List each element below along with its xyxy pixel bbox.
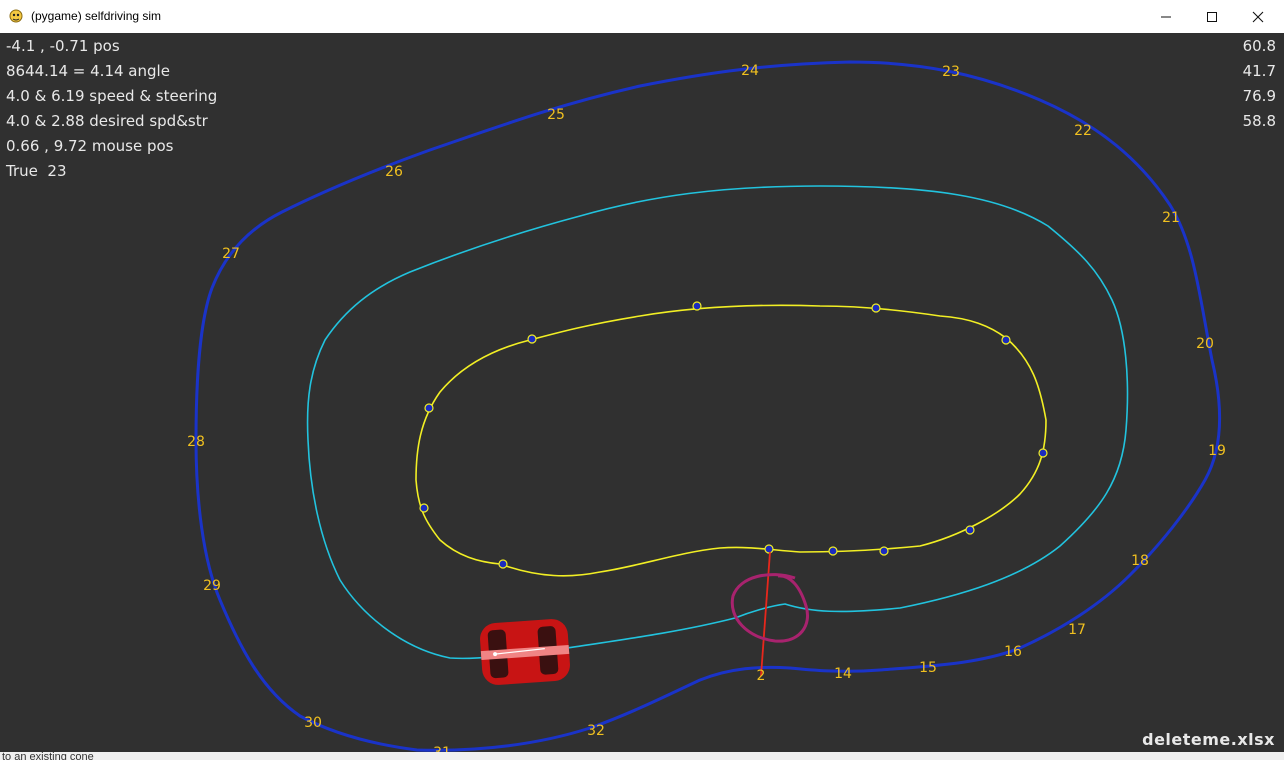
hud-right-value-1: 60.8 [1242, 37, 1276, 55]
cone-label-20: 20 [1196, 336, 1214, 352]
outer-cone-labels: 2 14 15 16 17 18 19 20 21 22 23 24 25 26… [187, 63, 1226, 752]
minimize-button[interactable] [1143, 0, 1189, 33]
cone-label-14: 14 [834, 666, 852, 682]
inner-boundary-line [415, 304, 1047, 577]
console-status-strip: to an existing cone [0, 752, 1284, 760]
cone-label-27: 27 [222, 246, 240, 262]
cone-label-32: 32 [587, 723, 605, 739]
maximize-button[interactable] [1189, 0, 1235, 33]
simulation-canvas[interactable]: 2 14 15 16 17 18 19 20 21 22 23 24 25 26… [0, 33, 1284, 752]
file-name-label: deleteme.xlsx [1142, 730, 1275, 749]
close-icon [1252, 11, 1264, 22]
inner-cone-markers [419, 301, 1048, 569]
cone-label-19: 19 [1208, 443, 1226, 459]
track-svg[interactable]: 2 14 15 16 17 18 19 20 21 22 23 24 25 26… [0, 33, 1284, 752]
hud-right-value-2: 41.7 [1242, 62, 1276, 80]
hud-angle: 8644.14 = 4.14 angle [6, 62, 170, 80]
cone-label-22: 22 [1074, 123, 1092, 139]
cone-label-23: 23 [942, 64, 960, 80]
maximize-icon [1207, 11, 1217, 22]
close-button[interactable] [1235, 0, 1281, 33]
cone-label-28: 28 [187, 434, 205, 450]
cone-label-16: 16 [1004, 644, 1022, 660]
cone-label-30: 30 [304, 715, 322, 731]
cone-label-18: 18 [1131, 553, 1149, 569]
cone-label-21: 21 [1162, 210, 1180, 226]
window-title: (pygame) selfdriving sim [31, 9, 162, 23]
cone-label-15: 15 [919, 660, 937, 676]
minimize-icon [1161, 16, 1171, 17]
cone-label-26: 26 [385, 164, 403, 180]
hud-status: True 23 [6, 162, 67, 180]
cone-label-17: 17 [1068, 622, 1086, 638]
hud-right-value-4: 58.8 [1242, 112, 1276, 130]
centerline-path [306, 185, 1129, 660]
cone-label-25: 25 [547, 107, 565, 123]
hud-desired-speed-steering: 4.0 & 2.88 desired spd&str [6, 112, 208, 130]
cone-label-2: 2 [757, 668, 766, 684]
target-heading-line [760, 551, 771, 677]
window-titlebar: (pygame) selfdriving sim [0, 0, 1284, 34]
console-status-text: to an existing cone [2, 752, 94, 760]
cone-label-24: 24 [741, 63, 759, 79]
hud-position: -4.1 , -0.71 pos [6, 37, 120, 55]
hud-right-value-3: 76.9 [1242, 87, 1276, 105]
outer-boundary-line [194, 60, 1222, 752]
hud-speed-steering: 4.0 & 6.19 speed & steering [6, 87, 218, 105]
car-sprite[interactable] [479, 618, 571, 686]
cone-label-31: 31 [433, 745, 451, 752]
hud-mouse-position: 0.66 , 9.72 mouse pos [6, 137, 174, 155]
cone-label-29: 29 [203, 578, 221, 594]
pygame-snake-icon [9, 9, 23, 23]
